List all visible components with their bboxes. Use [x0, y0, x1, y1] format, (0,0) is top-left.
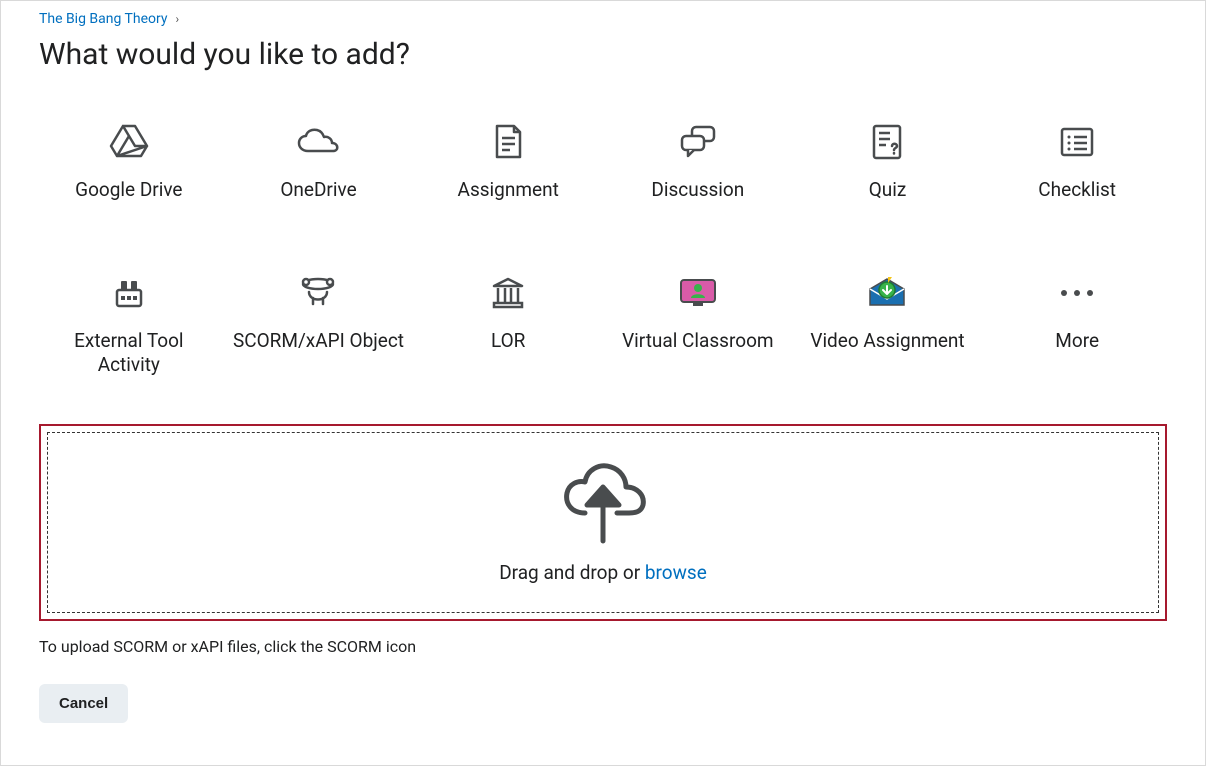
page-title: What would you like to add? — [39, 37, 1167, 72]
checklist-icon — [1059, 118, 1095, 166]
option-checklist[interactable]: Checklist — [987, 114, 1167, 207]
option-virtual-classroom[interactable]: Virtual Classroom — [608, 265, 788, 382]
option-scorm[interactable]: SCORM/xAPI Object — [229, 265, 409, 382]
breadcrumb-link[interactable]: The Big Bang Theory — [39, 11, 168, 27]
option-lor[interactable]: LOR — [418, 265, 598, 382]
option-label: Assignment — [458, 178, 559, 203]
helper-text: To upload SCORM or xAPI files, click the… — [39, 637, 1167, 656]
option-label: LOR — [491, 329, 525, 354]
option-onedrive[interactable]: OneDrive — [229, 114, 409, 207]
file-dropzone[interactable]: Drag and drop or browse — [47, 432, 1159, 613]
assignment-icon — [492, 118, 524, 166]
dropzone-highlight: Drag and drop or browse — [39, 424, 1167, 621]
external-tool-icon — [111, 269, 147, 317]
browse-link[interactable]: browse — [645, 561, 707, 584]
option-label: Video Assignment — [810, 329, 964, 354]
google-drive-icon — [109, 118, 149, 166]
option-label: Discussion — [651, 178, 744, 203]
video-assignment-icon — [866, 269, 908, 317]
quiz-icon — [870, 118, 904, 166]
option-label: OneDrive — [280, 178, 356, 203]
option-assignment[interactable]: Assignment — [418, 114, 598, 207]
more-icon — [1061, 269, 1093, 317]
onedrive-icon — [296, 118, 340, 166]
lor-icon — [490, 269, 526, 317]
discussion-icon — [678, 118, 718, 166]
option-google-drive[interactable]: Google Drive — [39, 114, 219, 207]
option-external-tool[interactable]: External Tool Activity — [39, 265, 219, 382]
option-video-assignment[interactable]: Video Assignment — [798, 265, 978, 382]
cancel-button[interactable]: Cancel — [39, 684, 128, 723]
dropzone-text: Drag and drop or browse — [499, 561, 707, 584]
option-label: Google Drive — [75, 178, 182, 203]
virtual-classroom-icon — [677, 269, 719, 317]
option-more[interactable]: More — [987, 265, 1167, 382]
content-type-grid: Google Drive OneDrive Assignment — [39, 114, 1167, 382]
breadcrumb: The Big Bang Theory › — [39, 11, 1167, 27]
option-quiz[interactable]: Quiz — [798, 114, 978, 207]
upload-cloud-icon — [555, 457, 651, 547]
option-label: Quiz — [869, 178, 907, 203]
option-discussion[interactable]: Discussion — [608, 114, 788, 207]
option-label: External Tool Activity — [41, 329, 217, 378]
option-label: Checklist — [1038, 178, 1116, 203]
option-label: SCORM/xAPI Object — [233, 329, 404, 354]
option-label: More — [1055, 329, 1099, 354]
chevron-right-icon: › — [176, 12, 180, 26]
scorm-icon — [299, 269, 337, 317]
option-label: Virtual Classroom — [622, 329, 774, 354]
